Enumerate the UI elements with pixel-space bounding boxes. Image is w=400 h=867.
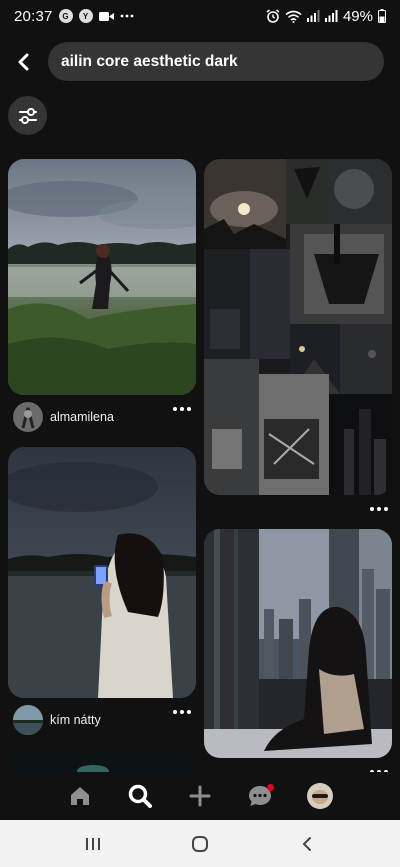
home-circle-icon (191, 835, 208, 852)
back-system-button[interactable] (287, 824, 327, 864)
chevron-left-icon (18, 53, 29, 71)
system-nav-bar (0, 820, 400, 867)
notification-dot (267, 784, 274, 791)
search-query: ailin core aesthetic dark (61, 52, 238, 70)
nav-profile-button[interactable] (302, 778, 338, 814)
nav-messages-button[interactable] (242, 778, 278, 814)
home-system-button[interactable] (180, 824, 220, 864)
pin-image-foggy-field[interactable] (8, 159, 196, 395)
pin-image-lake-girl[interactable] (8, 447, 196, 698)
battery-percent: 49% (342, 7, 373, 25)
more-dots-icon (370, 507, 388, 511)
search-icon (128, 784, 152, 808)
nav-search-button[interactable] (122, 778, 158, 814)
search-input[interactable]: ailin core aesthetic dark (48, 42, 384, 81)
home-icon (71, 787, 89, 805)
pin-creator-2[interactable]: kím nátty (13, 705, 101, 735)
pin-more-button[interactable] (367, 502, 391, 516)
avatar (13, 705, 43, 735)
pin-image-dark-collage[interactable] (204, 159, 392, 495)
pin-more-button[interactable] (170, 402, 194, 416)
yt-icon: Y (78, 9, 93, 23)
more-dots-icon (120, 14, 134, 18)
status-time: 20:37 (14, 7, 53, 25)
nav-create-button[interactable] (182, 778, 218, 814)
battery-icon (378, 9, 386, 23)
search-header: ailin core aesthetic dark (0, 42, 400, 82)
signal-icon (324, 10, 338, 22)
pin-username: kím nátty (50, 713, 101, 727)
status-bar: 20:37 G Y 49% (0, 0, 400, 32)
pin-more-button[interactable] (170, 705, 194, 719)
pin-creator-1[interactable]: almamilena (13, 402, 114, 432)
alarm-icon (266, 9, 280, 23)
avatar (13, 402, 43, 432)
video-icon (98, 11, 114, 22)
nav-home-button[interactable] (62, 778, 98, 814)
recent-apps-button[interactable] (73, 824, 113, 864)
pin-username: almamilena (50, 410, 114, 424)
recent-apps-icon (86, 837, 101, 850)
g-icon: G (58, 9, 73, 23)
sliders-icon (18, 107, 37, 124)
back-arrow-icon (302, 836, 311, 851)
signal-icon (306, 10, 320, 22)
pin-image-window-city[interactable] (204, 529, 392, 758)
more-dots-icon (173, 710, 191, 714)
bottom-nav (0, 772, 400, 820)
more-dots-icon (173, 407, 191, 411)
wifi-icon (285, 10, 302, 23)
profile-avatar (307, 783, 333, 809)
filter-button[interactable] (8, 96, 47, 135)
add-icon (189, 785, 211, 807)
back-button[interactable] (8, 46, 40, 78)
